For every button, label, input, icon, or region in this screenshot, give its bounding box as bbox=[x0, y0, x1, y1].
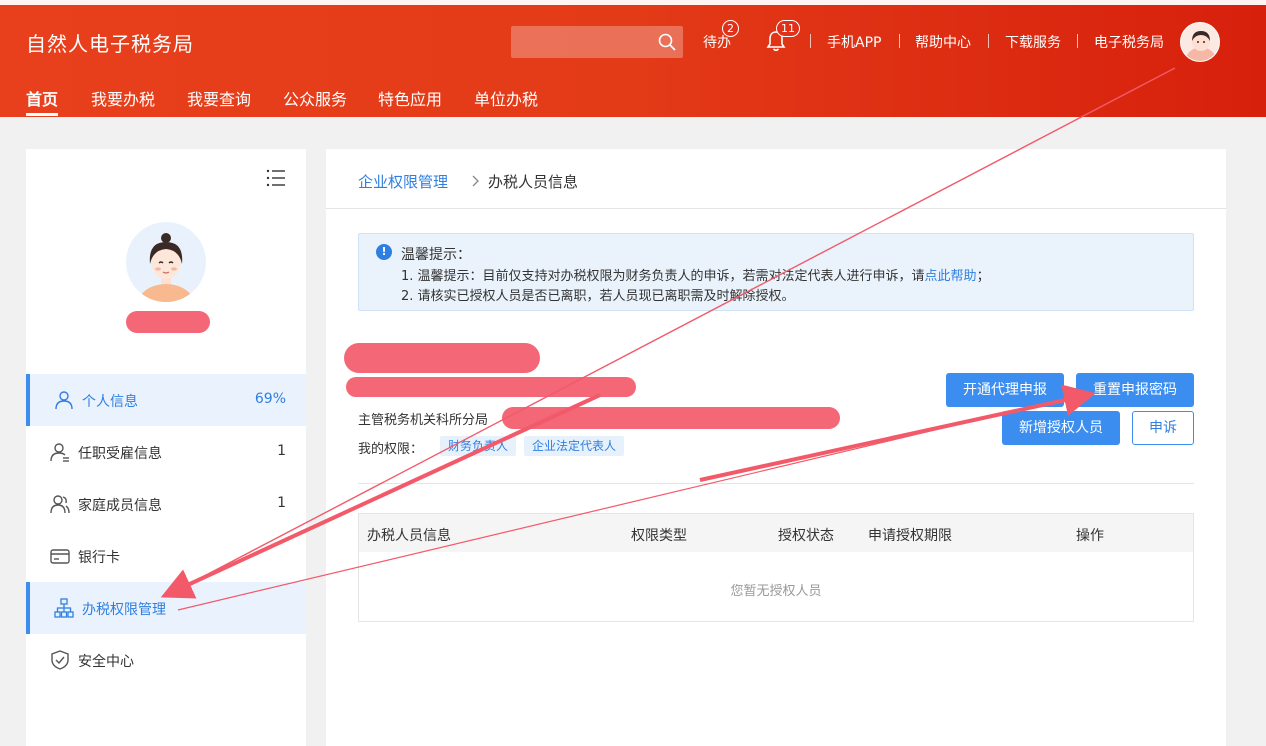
menu-list-icon[interactable] bbox=[266, 169, 286, 187]
table-header: 办税人员信息 权限类型 授权状态 申请授权期限 操作 bbox=[359, 514, 1193, 552]
table-column-header: 办税人员信息 bbox=[367, 528, 451, 544]
mobile-app-link[interactable]: 手机APP bbox=[827, 32, 881, 52]
redacted-tax-id bbox=[346, 377, 636, 397]
redacted-username bbox=[126, 311, 210, 333]
notice-line-2: 2. 请核实已授权人员是否已离职，若人员现已离职需及时解除授权。 bbox=[401, 289, 795, 304]
sidebar-item-label: 银行卡 bbox=[78, 550, 120, 566]
profile-avatar bbox=[126, 222, 206, 302]
card-icon bbox=[50, 549, 70, 564]
breadcrumb-current: 办税人员信息 bbox=[488, 173, 579, 191]
notice-line-1: 1. 温馨提示：目前仅支持对办税权限为财务负责人的申诉，若需对法定代表人进行申诉… bbox=[401, 265, 990, 284]
nav-special-apps[interactable]: 特色应用 bbox=[378, 86, 442, 110]
sidebar-item-label: 办税权限管理 bbox=[82, 602, 166, 618]
permission-tag: 财务负责人 bbox=[440, 436, 517, 456]
link-separator bbox=[1077, 34, 1078, 48]
employee-icon bbox=[50, 443, 69, 462]
info-icon: ! bbox=[376, 244, 392, 260]
header-top-strip bbox=[0, 0, 1266, 5]
table-column-header: 申请授权期限 bbox=[868, 528, 952, 544]
top-header: 自然人电子税务局 待办 2 11 手机APP 帮助中心 下载服务 电子税务局 首… bbox=[0, 0, 1266, 117]
nav-unit-tax[interactable]: 单位办税 bbox=[474, 86, 538, 110]
nav-tax-handling[interactable]: 我要办税 bbox=[91, 86, 155, 110]
etax-link[interactable]: 电子税务局 bbox=[1094, 32, 1164, 52]
breadcrumb-parent-link[interactable]: 企业权限管理 bbox=[358, 173, 448, 191]
sidebar-item-employment[interactable]: 任职受雇信息 1 bbox=[26, 426, 306, 478]
family-icon bbox=[50, 495, 70, 514]
table-column-header: 授权状态 bbox=[778, 528, 834, 544]
notice-box: ! 温馨提示： 1. 温馨提示：目前仅支持对办税权限为财务负责人的申诉，若需对法… bbox=[358, 233, 1194, 311]
sidebar-item-count: 1 bbox=[277, 495, 286, 511]
section-divider bbox=[358, 483, 1194, 484]
sidebar-item-tax-permission[interactable]: 办税权限管理 bbox=[26, 582, 306, 634]
search-input[interactable] bbox=[511, 26, 683, 58]
empty-state-text: 您暂无授权人员 bbox=[730, 584, 822, 599]
sidebar-item-family[interactable]: 家庭成员信息 1 bbox=[26, 478, 306, 530]
shield-icon bbox=[51, 650, 69, 670]
reset-password-button[interactable]: 重置申报密码 bbox=[1076, 373, 1194, 407]
sidebar-item-label: 任职受雇信息 bbox=[78, 446, 162, 462]
org-icon bbox=[54, 598, 74, 618]
nav-public-service[interactable]: 公众服务 bbox=[283, 86, 347, 110]
person-icon bbox=[55, 391, 73, 410]
nav-query[interactable]: 我要查询 bbox=[187, 86, 251, 110]
search-icon[interactable] bbox=[657, 32, 677, 52]
permission-tag: 企业法定代表人 bbox=[524, 436, 625, 456]
sidebar-item-security[interactable]: 安全中心 bbox=[26, 634, 306, 686]
download-link[interactable]: 下载服务 bbox=[1005, 32, 1061, 52]
link-separator bbox=[988, 34, 989, 48]
avatar-face-icon bbox=[138, 233, 194, 302]
avatar-face-icon bbox=[1185, 31, 1217, 61]
notice-line-1-text: 1. 温馨提示：目前仅支持对办税权限为财务负责人的申诉，若需对法定代表人进行申诉… bbox=[401, 269, 925, 284]
permission-label: 我的权限： bbox=[358, 442, 424, 457]
redacted-tax-office bbox=[502, 407, 840, 429]
sidebar-item-label: 家庭成员信息 bbox=[78, 498, 162, 514]
sidebar: 个人信息 69% 任职受雇信息 1 家庭成员信息 1 银行卡 办税权限管理 安全… bbox=[26, 149, 306, 746]
site-brand[interactable]: 自然人电子税务局 bbox=[26, 28, 194, 57]
notice-line-1-end: ； bbox=[976, 269, 990, 284]
sidebar-item-label: 安全中心 bbox=[78, 654, 134, 670]
nav-active-underline bbox=[26, 113, 58, 116]
breadcrumb: 企业权限管理 办税人员信息 bbox=[358, 171, 578, 192]
nav-home[interactable]: 首页 bbox=[26, 86, 58, 110]
table-column-header: 操作 bbox=[1076, 528, 1104, 544]
sidebar-item-bank-card[interactable]: 银行卡 bbox=[26, 530, 306, 582]
sidebar-item-count: 1 bbox=[277, 443, 286, 459]
appeal-button[interactable]: 申诉 bbox=[1132, 411, 1194, 445]
help-link[interactable]: 点此帮助 bbox=[925, 269, 977, 284]
notify-count-badge: 11 bbox=[776, 20, 800, 37]
sidebar-item-count: 69% bbox=[254, 391, 286, 407]
table-column-header: 权限类型 bbox=[631, 528, 687, 544]
tax-office-label: 主管税务机关科所分局 bbox=[358, 413, 489, 428]
chevron-right-icon bbox=[472, 175, 479, 187]
authorized-table: 办税人员信息 权限类型 授权状态 申请授权期限 操作 您暂无授权人员 bbox=[358, 513, 1194, 622]
open-proxy-button[interactable]: 开通代理申报 bbox=[946, 373, 1064, 407]
redacted-company-name bbox=[344, 343, 540, 373]
link-separator bbox=[899, 34, 900, 48]
main-content: 企业权限管理 办税人员信息 ! 温馨提示： 1. 温馨提示：目前仅支持对办税权限… bbox=[326, 149, 1226, 746]
user-avatar[interactable] bbox=[1180, 22, 1220, 62]
link-separator bbox=[810, 34, 811, 48]
add-authorized-button[interactable]: 新增授权人员 bbox=[1002, 411, 1120, 445]
sidebar-item-label: 个人信息 bbox=[82, 394, 138, 410]
todo-count-badge: 2 bbox=[722, 20, 739, 37]
sidebar-item-personal-info[interactable]: 个人信息 69% bbox=[26, 374, 306, 426]
notice-title: 温馨提示： bbox=[401, 247, 471, 263]
header-divider bbox=[326, 208, 1226, 209]
help-center-link[interactable]: 帮助中心 bbox=[915, 32, 971, 52]
